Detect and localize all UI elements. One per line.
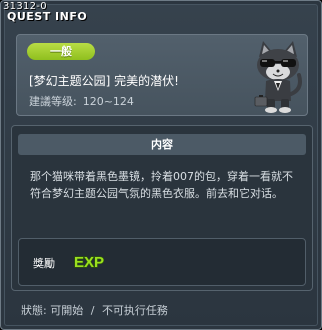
reward-label: 獎勵 — [33, 257, 55, 270]
quest-category-badge: 一般 — [27, 43, 95, 60]
reward-panel: 獎勵 EXP — [18, 238, 306, 286]
quest-recommended-level: 建議等级: 120~124 — [29, 93, 134, 109]
status-value-available: 可開始 — [50, 304, 84, 317]
status-separator: / — [90, 304, 95, 317]
level-label: 建議等级: — [29, 95, 77, 108]
quest-status: 狀態: 可開始 / 不可执行任務 — [21, 302, 168, 318]
quest-name: [梦幻主题公园] 完美的潜伏! — [29, 74, 179, 88]
exp-label: EXP — [74, 254, 104, 271]
level-range: 120~124 — [82, 95, 134, 108]
quest-content-panel: 内容 那个猫咪带着黑色墨镜，拎着007的包，穿着一看就不符合梦幻主题公园气氛的黑… — [11, 125, 313, 291]
status-value-unavailable: 不可执行任務 — [101, 304, 168, 317]
quest-info-window: 31312-0 QUEST INFO 一般 [梦幻主题公园] 完美的潜伏! 建議… — [0, 0, 322, 330]
exp-icon[interactable]: EXP — [73, 251, 107, 271]
cat-in-sunglasses-npc-icon — [254, 41, 302, 113]
quest-description: 那个猫咪带着黑色墨镜，拎着007的包，穿着一看就不符合梦幻主题公园气氛的黑色衣服… — [30, 170, 293, 200]
status-label: 狀態: — [21, 304, 47, 317]
content-heading: 内容 — [18, 134, 306, 155]
quest-header-panel: 一般 [梦幻主题公园] 完美的潜伏! 建議等级: 120~124 — [16, 34, 308, 116]
window-title[interactable]: QUEST INFO — [7, 10, 87, 23]
